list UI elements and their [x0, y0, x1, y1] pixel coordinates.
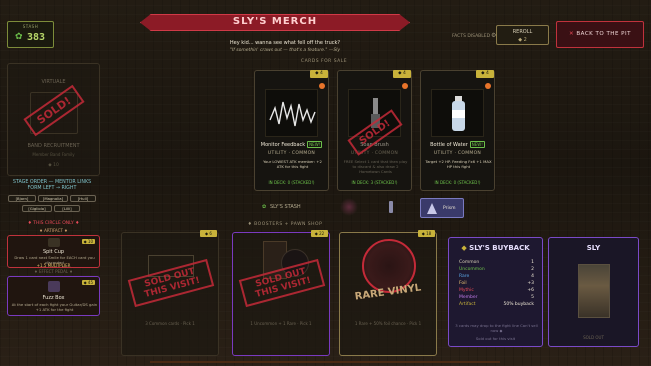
card-title: VIRTUALE: [41, 79, 66, 85]
price-tag: ◆ 18: [418, 230, 435, 237]
stage-slot[interactable]: [Lilli]: [54, 205, 80, 212]
boosters-heading: ♦ BOOSTERS + PAWN SHOP: [247, 222, 323, 227]
sly-sold-label: SOLD OUT: [583, 335, 604, 340]
stage-order-subheading: FORM LEFT → RIGHT: [27, 186, 77, 191]
stash-value: 383: [27, 32, 46, 43]
sly-stash-label: SLY'S STASH: [270, 204, 301, 210]
card-name: BAND RECRUITMENT: [27, 143, 80, 149]
new-badge: NEW!: [307, 141, 323, 148]
deck-count: IN DECK: 3 (STACKED!): [351, 180, 398, 185]
card-name-row: Bottle of Water NEW!: [421, 141, 494, 148]
card-description: Target +2 HP. Feeding Fx6 +1 MAX HP this…: [425, 159, 492, 169]
card-type: UTILITY · COMMON: [433, 151, 482, 156]
price-tag: ◆ 4: [310, 70, 328, 78]
card-cost: ◆ 10: [48, 163, 59, 168]
buyback-footer: 3 cards may drop to the fight line Can't…: [455, 323, 538, 333]
band-recruitment-card: VIRTUALE SOLD! BAND RECRUITMENT Member B…: [7, 63, 100, 176]
buyback-title: ◆ SLY'S BUYBACK: [461, 244, 530, 252]
price-tag: ◆ 4: [393, 70, 411, 78]
card-type: UTILITY · COMMON: [350, 151, 399, 156]
card-name-row: Monitor Feedback NEW!: [255, 141, 328, 148]
effect-pedal-heading: ♦ EFFECT PEDAL ♦: [34, 269, 73, 274]
price-tag: ◆ 10: [81, 239, 95, 244]
stage-slot[interactable]: [Hull]: [70, 195, 96, 202]
water-bottle-art: [431, 89, 484, 137]
cannabis-leaf-icon: ✿: [262, 204, 267, 210]
rarity-dot: [402, 83, 408, 89]
deck-count: IN DECK: 0 (STACKED!): [434, 180, 481, 185]
reroll-cost: ◆ 2: [518, 37, 527, 43]
reroll-button[interactable]: REROLL ◆ 2: [496, 25, 549, 45]
stage-slot[interactable]: [Magnolia]: [38, 195, 68, 202]
booster-description: 1 Uncommon + 1 Rare · Pick 1: [250, 321, 312, 326]
fuzz-box-card[interactable]: ◆ 45 Fuzz Box At the start of each fight…: [7, 276, 100, 316]
stage-order-heading: STAGE ORDER — MENTOR LINKS: [12, 180, 92, 185]
cards-for-sale-heading: CARDS FOR SALE: [300, 59, 348, 64]
cannabis-leaf-icon: ✿: [15, 32, 23, 42]
deck-count: IN DECK: 0 (STACKED!): [268, 180, 315, 185]
price-tag: ◆ 6: [200, 230, 217, 237]
cup-icon: [48, 238, 60, 247]
shop-card[interactable]: ◆ 4 Bottle of Water NEW! UTILITY · COMMON…: [420, 70, 495, 191]
card-description: FREE Select 1 card that then play to dis…: [343, 159, 408, 174]
card-multiplier: +1.5 MULTIPLIER: [36, 263, 71, 268]
sly-title: SLY: [586, 244, 601, 252]
card-name: Monitor Feedback: [260, 142, 306, 148]
stage-slot[interactable]: [Gigliolo]: [22, 205, 52, 212]
new-badge: NEW!: [469, 141, 485, 148]
back-to-pit-label: ✕ BACK TO THE PIT: [569, 31, 631, 37]
price-tag: ◆ 4: [476, 70, 494, 78]
page-title: SLY'S MERCH: [232, 16, 318, 27]
stash-label: STASH: [22, 24, 39, 29]
waveform-art: [265, 89, 318, 137]
stage-slot[interactable]: [Bjorn]: [8, 195, 36, 202]
sly-quote: "If somethin' craws out — that's a featu…: [229, 48, 341, 53]
stash-item-label: Prism: [443, 206, 456, 211]
card-description: At the start of each fight your Guitar/D…: [11, 302, 98, 312]
stash-item[interactable]: [386, 198, 396, 216]
pedal-icon: [48, 281, 60, 292]
stage-order-panel: STAGE ORDER — MENTOR LINKS FORM LEFT → R…: [4, 180, 100, 213]
buyback-icon: ◆: [461, 244, 470, 252]
booster-pack[interactable]: ◆ 6 SOLD OUT THIS VISIT! 3 Common cards …: [121, 230, 219, 356]
card-type: UTILITY · COMMON: [267, 151, 316, 156]
card-name: Fuzz Box: [42, 295, 65, 301]
back-to-pit-button[interactable]: ✕ BACK TO THE PIT: [556, 21, 644, 48]
circle-only-heading: ♦ THIS CIRCLE ONLY ♦: [27, 221, 80, 226]
card-description: Your LOWEST ATK member: +2 ATK for this …: [263, 159, 322, 169]
price-tag: ◆ 45: [81, 280, 95, 285]
sly-panel: SLY SOLD OUT: [548, 237, 639, 347]
shop-card[interactable]: ◆ 4 Soap Brush UTILITY · COMMON FREE Sel…: [337, 70, 412, 191]
sly-portrait: [578, 264, 610, 318]
card-subtitle: Member Band Family: [32, 152, 75, 157]
stash-item-selected[interactable]: Prism: [420, 198, 464, 218]
booster-pack[interactable]: ◆ 18 RARE VINYL 1 Rare + 50% foil chance…: [339, 230, 437, 356]
price-tag: ◆ 22: [311, 230, 328, 237]
stash-counter: STASH ✿ 383: [7, 21, 54, 48]
artifact-heading: ♦ ARTIFACT ♦: [39, 228, 68, 233]
booster-description: 1 Rare + 50% foil chance · Pick 1: [354, 321, 422, 326]
prism-icon: [427, 203, 437, 214]
card-name: Bottle of Water: [430, 142, 468, 148]
spit-cup-card[interactable]: ◆ 10 Spit Cup Draw 1 card next Smile for…: [7, 235, 100, 268]
reroll-label: REROLL: [512, 29, 533, 35]
booster-pack[interactable]: ◆ 22 SOLD OUT THIS VISIT! 1 Uncommon + 1…: [232, 230, 330, 356]
buyback-status: Sold out for this visit: [475, 336, 516, 341]
facts-toggle-label[interactable]: FACTS DISABLED: [452, 34, 490, 39]
divider: [150, 361, 500, 363]
sly-dialogue: Hey kid... wanna see what fell off the t…: [229, 40, 341, 46]
buyback-panel: ◆ SLY'S BUYBACK Common 1 Uncommon 2 Rare 4 …: [448, 237, 543, 347]
rarity-dot: [485, 83, 491, 89]
shop-card[interactable]: ◆ 4 Monitor Feedback NEW! UTILITY · COMMO…: [254, 70, 329, 191]
rarity-dot: [319, 83, 325, 89]
booster-description: 3 Common cards · Pick 1: [145, 321, 195, 326]
stash-item[interactable]: [340, 198, 358, 216]
